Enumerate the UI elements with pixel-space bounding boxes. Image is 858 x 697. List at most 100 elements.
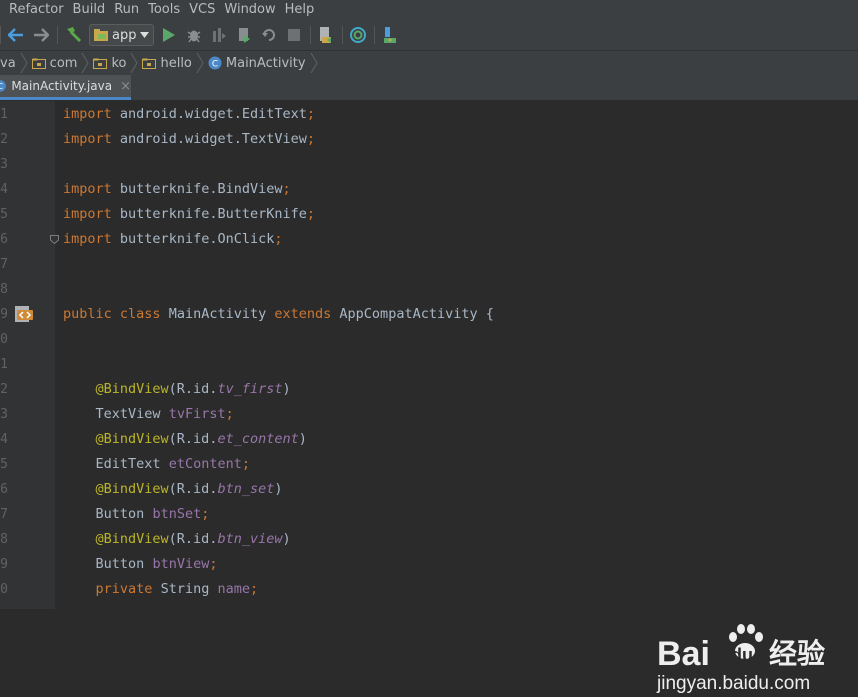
toolbar-separator [57,26,58,44]
code-line[interactable]: 6 @BindView(R.id.btn_set) [0,477,858,502]
code-text: import android.widget.TextView; [63,127,315,152]
semicolon: ; [282,181,291,197]
code-token: btn_set [217,481,275,497]
stop-icon[interactable] [284,25,304,45]
device-icon[interactable] [380,25,400,45]
code-line[interactable]: 1 [0,352,858,377]
run-icon[interactable] [159,25,179,45]
import-path: android.widget.TextView [119,131,307,147]
code-text: @BindView(R.id.et_content) [63,427,307,452]
menu-refactor[interactable]: Refactor [5,0,68,20]
code-text: EditText etContent; [63,452,250,477]
code-token: (R.id. [168,381,218,397]
menu-run[interactable]: Run [110,0,143,20]
sdk-manager-icon[interactable] [316,25,336,45]
close-icon[interactable]: × [120,79,131,94]
semicolon: ; [306,206,316,222]
code-line[interactable]: 5 EditText etContent; [0,452,858,477]
breadcrumb-separator-icon [310,52,318,74]
fold-marker-icon[interactable] [50,235,59,244]
menu-help[interactable]: Help [281,0,319,20]
code-line[interactable]: 9 public class MainActivity extends AppCo… [0,302,858,327]
svg-text:jingyan.baidu.com: jingyan.baidu.com [656,673,810,694]
menu-vcs[interactable]: VCS [185,0,219,20]
breadcrumb-item-mainactivity[interactable]: C MainActivity [204,51,310,75]
breadcrumb-label: MainActivity [225,55,306,71]
code-line[interactable]: 4 import butterknife.BindView; [0,177,858,202]
import-path: android.widget.EditText [119,106,307,122]
semicolon: ; [241,456,250,472]
code-line[interactable]: 0 private String name; [0,577,858,602]
breadcrumb-separator-icon [131,52,139,74]
coverage-icon[interactable] [209,25,229,45]
code-line[interactable]: 0 [0,327,858,352]
code-line[interactable]: 9 Button btnView; [0,552,858,577]
code-line[interactable]: 8 [0,277,858,302]
code-line[interactable]: 6 import butterknife.OnClick; [0,227,858,252]
menu-window[interactable]: Window [220,0,279,20]
back-icon[interactable] [6,25,26,45]
breadcrumb-label: ko [111,55,127,71]
menu-build[interactable]: Build [69,0,110,20]
code-token: ) [298,431,307,447]
code-line[interactable]: 2 import android.widget.TextView; [0,127,858,152]
line-number: 2 [0,382,8,397]
apply-changes-icon[interactable] [259,25,279,45]
code-line[interactable]: 3 [0,152,858,177]
code-text: @BindView(R.id.tv_first) [63,377,291,402]
svg-text:C: C [212,60,218,70]
editor-tab-bar: C MainActivity.java × [0,75,858,101]
line-number: 3 [0,407,8,422]
code-text: TextView tvFirst; [63,402,234,427]
code-token: import [63,181,112,197]
run-config-dropdown[interactable]: app [89,24,155,46]
code-text: import butterknife.ButterKnife; [63,202,315,227]
class-gutter-icon[interactable] [14,304,34,324]
line-number: 0 [0,582,8,597]
toolbar-separator [342,26,344,44]
breadcrumb-item-ko[interactable]: ko [89,51,130,75]
android-module-icon [94,29,108,41]
breadcrumb-item-java[interactable]: va [0,51,20,75]
forward-icon[interactable] [31,25,51,45]
sync-icon[interactable] [348,25,368,45]
code-token: private [95,581,153,597]
import-path: butterknife.OnClick [119,231,275,247]
code-token: name [217,581,250,597]
main-toolbar: app [0,20,858,51]
menu-tools[interactable]: Tools [144,0,184,20]
code-line[interactable]: 3 TextView tvFirst; [0,402,858,427]
code-token: tvFirst [168,406,226,422]
code-editor[interactable]: 1 import android.widget.EditText; 2 import … [0,101,858,694]
code-line[interactable]: 7 Button btnSet; [0,502,858,527]
code-line[interactable]: 8 @BindView(R.id.btn_view) [0,527,858,552]
profile-icon[interactable] [234,25,254,45]
import-path: butterknife.BindView [119,181,283,197]
import-path: butterknife.ButterKnife [119,206,307,222]
tab-mainactivity[interactable]: C MainActivity.java × [0,75,131,100]
code-line[interactable]: 4 @BindView(R.id.et_content) [0,427,858,452]
debug-icon[interactable] [184,25,204,45]
class-icon: C [0,80,6,92]
code-token: et_content [217,431,299,447]
code-line[interactable]: 7 [0,252,858,277]
breadcrumb-item-hello[interactable]: hello [138,51,195,75]
code-token: tv_first [217,381,283,397]
line-number: 4 [0,182,8,197]
breadcrumb-item-com[interactable]: com [28,51,82,75]
build-hammer-icon[interactable] [63,25,83,45]
line-number: 0 [0,332,8,347]
code-token: btnView [152,556,210,572]
line-number: 8 [0,282,8,297]
toolbar-separator [374,26,376,44]
code-token: Button [95,556,145,572]
line-number: 1 [0,357,8,372]
code-token: ) [282,531,291,547]
code-line[interactable]: 2 @BindView(R.id.tv_first) [0,377,858,402]
semicolon: ; [201,506,210,522]
line-number: 2 [0,132,8,147]
code-line[interactable]: 5 import butterknife.ButterKnife; [0,202,858,227]
code-token: import [63,106,112,122]
line-number: 9 [0,557,8,572]
code-line[interactable]: 1 import android.widget.EditText; [0,102,858,127]
